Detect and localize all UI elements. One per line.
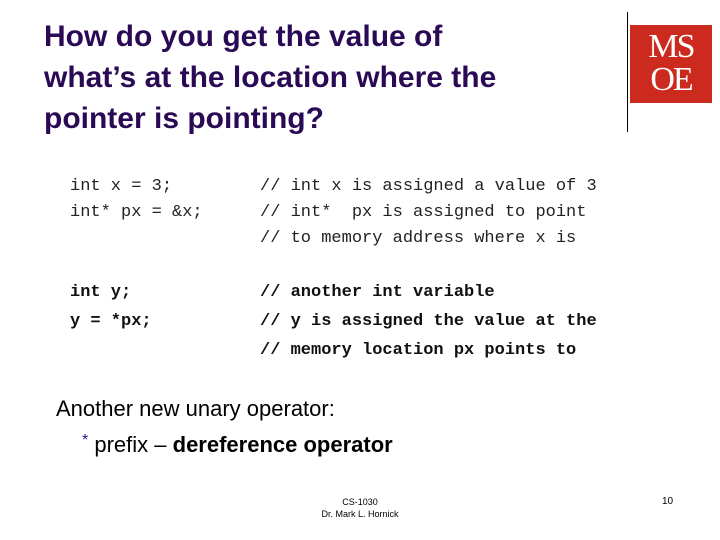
code-block-2-code: int y; y = *px; [70, 278, 152, 336]
sub-bullet-bold: dereference operator [172, 432, 393, 457]
sub-bullet-text: prefix – [94, 432, 173, 457]
comment-line: // another int variable [260, 283, 495, 302]
code-line: int x = 3; [70, 177, 173, 196]
comment-line: // int* px is assigned to point [260, 203, 587, 222]
page-number: 10 [662, 496, 674, 507]
footer-course: CS-1030 [342, 497, 378, 507]
footer: CS-1030 Dr. Mark L. Hornick [300, 496, 420, 520]
comment-line: // y is assigned the value at the [260, 312, 597, 331]
code-line: int y; [70, 283, 132, 302]
msoe-logo: MS OE [630, 25, 712, 103]
title-line-1: How do you get the value of [44, 20, 443, 53]
logo-line-1: MS [648, 28, 695, 65]
code-line: y = *px; [70, 312, 152, 331]
title-line-3: pointer is pointing? [44, 102, 324, 135]
divider-line [627, 12, 628, 132]
slide-title: How do you get the value of what’s at th… [44, 16, 604, 139]
code-block-2-comments: // another int variable // y is assigned … [260, 278, 597, 365]
comment-line: // memory location px points to [260, 341, 577, 360]
asterisk-bullet-icon: * [82, 432, 89, 449]
comment-line: // int x is assigned a value of 3 [260, 177, 597, 196]
logo-line-2: OE [650, 61, 693, 98]
footer-author: Dr. Mark L. Hornick [321, 509, 399, 519]
code-line: int* px = &x; [70, 203, 203, 222]
sub-bullet: * prefix – dereference operator [82, 432, 393, 458]
code-block-1-code: int x = 3; int* px = &x; [70, 174, 203, 226]
comment-line: // to memory address where x is [260, 229, 577, 248]
title-line-2: what’s at the location where the [44, 61, 497, 94]
note-text: Another new unary operator: [56, 396, 335, 421]
code-block-1-comments: // int x is assigned a value of 3 // int*… [260, 174, 597, 252]
